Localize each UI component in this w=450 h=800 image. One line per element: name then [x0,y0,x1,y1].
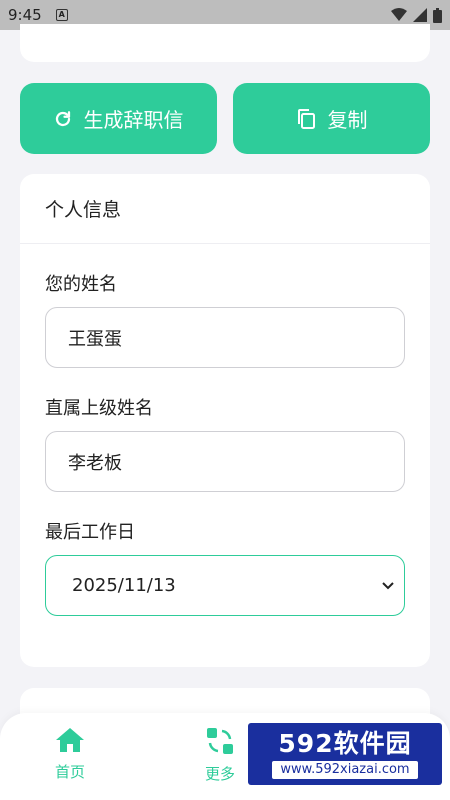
generate-letter-button[interactable]: 生成辞职信 [20,83,217,154]
notification-a-icon: A [55,9,68,21]
wifi-icon [391,8,407,21]
watermark-logo: 592软件园 www.592xiazai.com [248,723,442,785]
previous-card [20,24,430,62]
last-workday-label: 最后工作日 [45,522,135,543]
copy-label: 复制 [327,108,368,132]
home-icon [56,728,84,752]
nav-home-label: 首页 [55,763,86,781]
last-workday-value: 2025/11/13 [72,575,176,596]
name-value: 王蛋蛋 [68,328,122,350]
swap-icon [207,728,233,754]
copy-icon [297,108,315,129]
boss-name-value: 李老板 [68,452,122,474]
personal-info-card: 个人信息 您的姓名 王蛋蛋 直属上级姓名 李老板 最后工作日 2025/11/1… [20,174,430,667]
name-label: 您的姓名 [45,274,117,295]
watermark-url: www.592xiazai.com [272,761,418,779]
boss-name-label: 直属上级姓名 [45,398,153,419]
status-time: 9:45 [8,6,42,24]
card-title: 个人信息 [20,174,430,244]
chevron-down-icon [382,581,394,589]
generate-letter-label: 生成辞职信 [83,108,184,132]
last-workday-select[interactable]: 2025/11/13 [45,555,405,616]
signal-icon [413,8,427,22]
nav-more-label: 更多 [205,765,236,783]
nav-more[interactable]: 更多 [205,727,235,784]
watermark-brand: 592软件园 [278,729,412,758]
nav-home[interactable]: 首页 [55,727,85,782]
boss-name-input[interactable]: 李老板 [45,431,405,492]
copy-button[interactable]: 复制 [233,83,430,154]
status-icons [391,7,442,23]
refresh-icon [55,110,70,126]
name-input[interactable]: 王蛋蛋 [45,307,405,368]
battery-icon [433,7,442,23]
